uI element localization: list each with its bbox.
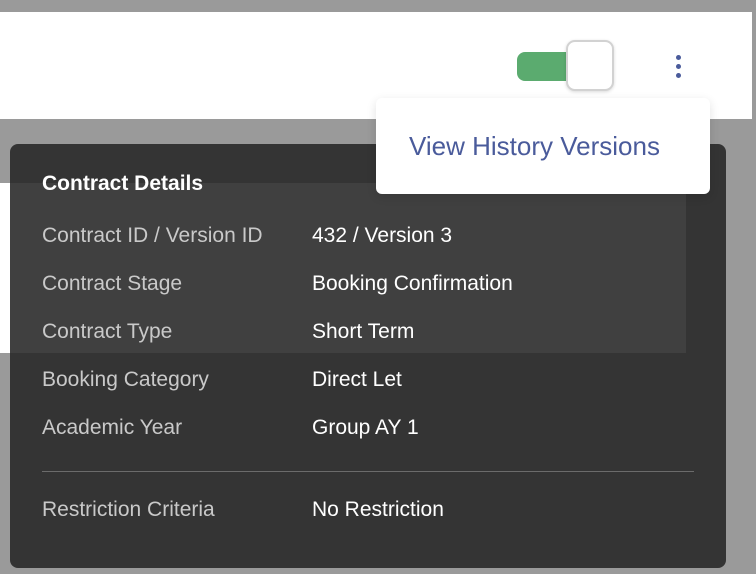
kebab-dot	[675, 72, 681, 78]
detail-label: Academic Year	[42, 416, 183, 439]
contract-details-title: Contract Details	[42, 172, 204, 195]
detail-value: 432 / Version 3	[312, 224, 453, 247]
detail-value: Group AY 1	[312, 416, 419, 439]
detail-value: No Restriction	[312, 498, 444, 521]
details-divider	[42, 471, 694, 472]
contract-details-tooltip: Contract Details Contract ID / Version I…	[10, 144, 726, 568]
detail-label: Contract Type	[42, 320, 173, 343]
detail-label: Restriction Criteria	[42, 498, 215, 521]
detail-label: Contract ID / Version ID	[42, 224, 263, 247]
kebab-dot	[675, 63, 681, 69]
kebab-dot	[675, 54, 681, 60]
detail-value: Short Term	[312, 320, 415, 343]
menu-item-view-history-versions[interactable]: View History Versions	[409, 131, 660, 162]
more-options-menu: View History Versions	[376, 98, 710, 194]
detail-label: Contract Stage	[42, 272, 183, 295]
toggle-knob	[566, 40, 614, 91]
detail-label: Booking Category	[42, 368, 209, 391]
detail-value: Booking Confirmation	[312, 272, 513, 295]
vertical-ellipsis-icon[interactable]	[664, 48, 692, 84]
detail-value: Direct Let	[312, 368, 402, 391]
toggle-switch[interactable]	[517, 40, 614, 91]
page: Contract Details Contract ID / Version I…	[0, 0, 756, 574]
